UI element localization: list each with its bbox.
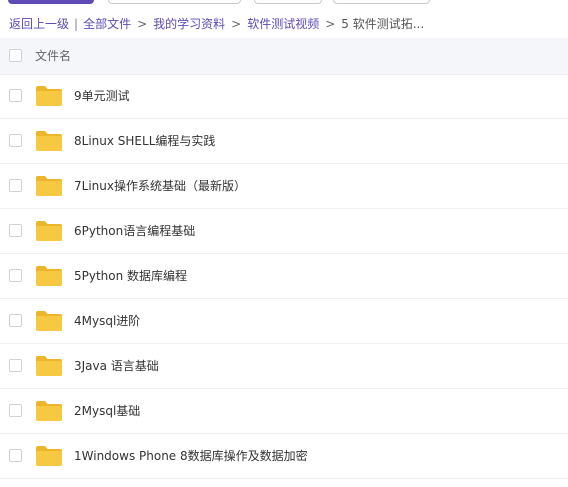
breadcrumb-study-materials[interactable]: 我的学习资料 bbox=[153, 17, 225, 31]
file-row[interactable]: 3Java 语言基础 bbox=[0, 344, 568, 389]
toolbar-primary-button[interactable] bbox=[8, 0, 94, 4]
file-row[interactable]: 4Mysql进阶 bbox=[0, 299, 568, 344]
file-manager-page: 返回上一级 | 全部文件 > 我的学习资料 > 软件测试视频 >5 软件测试拓... 文件名 … bbox=[0, 0, 568, 487]
file-row[interactable]: 9单元测试 bbox=[0, 74, 568, 119]
row-checkbox[interactable] bbox=[9, 224, 22, 237]
file-row[interactable]: 2Mysql基础 bbox=[0, 389, 568, 434]
file-row[interactable]: 7Linux操作系统基础（最新版） bbox=[0, 164, 568, 209]
file-list: 9单元测试 8Linux SHELL编程与实践 7Linux操作系统基础（最新版… bbox=[0, 74, 568, 487]
toolbar bbox=[0, 0, 568, 6]
file-row[interactable]: 1Windows Phone 8数据库操作及数据加密 bbox=[0, 434, 568, 479]
folder-icon bbox=[35, 220, 63, 242]
row-checkbox[interactable] bbox=[9, 359, 22, 372]
file-row[interactable]: 6Python语言编程基础 bbox=[0, 209, 568, 254]
breadcrumb-current: 5 软件测试拓... bbox=[341, 17, 425, 31]
file-name[interactable]: 4Mysql进阶 bbox=[74, 299, 140, 343]
file-name[interactable]: 7Linux操作系统基础（最新版） bbox=[74, 164, 246, 208]
select-all-checkbox[interactable] bbox=[9, 49, 22, 62]
folder-icon bbox=[35, 445, 63, 467]
folder-icon bbox=[35, 265, 63, 287]
row-checkbox[interactable] bbox=[9, 449, 22, 462]
file-row[interactable]: 5Python 数据库编程 bbox=[0, 254, 568, 299]
folder-icon bbox=[35, 400, 63, 422]
toolbar-button-3[interactable] bbox=[254, 0, 322, 4]
folder-icon bbox=[35, 175, 63, 197]
toolbar-button-2[interactable] bbox=[108, 0, 241, 4]
list-header: 文件名 bbox=[0, 38, 568, 75]
file-name[interactable]: 3Java 语言基础 bbox=[74, 344, 159, 388]
breadcrumb-test-videos[interactable]: 软件测试视频 bbox=[247, 17, 319, 31]
folder-icon bbox=[35, 85, 63, 107]
row-checkbox[interactable] bbox=[9, 404, 22, 417]
row-checkbox[interactable] bbox=[9, 179, 22, 192]
column-header-filename[interactable]: 文件名 bbox=[35, 38, 71, 74]
file-row[interactable]: 8Linux SHELL编程与实践 bbox=[0, 119, 568, 164]
row-checkbox[interactable] bbox=[9, 89, 22, 102]
breadcrumb-chevron: > bbox=[325, 17, 336, 31]
row-checkbox[interactable] bbox=[9, 134, 22, 147]
file-name[interactable]: 8Linux SHELL编程与实践 bbox=[74, 119, 215, 163]
file-name[interactable]: 9单元测试 bbox=[74, 74, 130, 118]
back-link[interactable]: 返回上一级 bbox=[9, 17, 69, 31]
file-name[interactable]: 5Python 数据库编程 bbox=[74, 254, 187, 298]
folder-icon bbox=[35, 310, 63, 332]
breadcrumb-divider: | bbox=[74, 17, 79, 31]
file-name[interactable]: 2Mysql基础 bbox=[74, 389, 140, 433]
file-name[interactable]: 1Windows Phone 8数据库操作及数据加密 bbox=[74, 434, 308, 478]
row-checkbox[interactable] bbox=[9, 314, 22, 327]
breadcrumb-chevron: > bbox=[137, 17, 148, 31]
toolbar-button-4[interactable] bbox=[333, 0, 430, 4]
breadcrumb: 返回上一级 | 全部文件 > 我的学习资料 > 软件测试视频 >5 软件测试拓... bbox=[9, 14, 424, 34]
breadcrumb-chevron: > bbox=[231, 17, 242, 31]
folder-icon bbox=[35, 130, 63, 152]
row-checkbox[interactable] bbox=[9, 269, 22, 282]
folder-icon bbox=[35, 355, 63, 377]
breadcrumb-all-files[interactable]: 全部文件 bbox=[83, 17, 131, 31]
file-name[interactable]: 6Python语言编程基础 bbox=[74, 209, 195, 253]
